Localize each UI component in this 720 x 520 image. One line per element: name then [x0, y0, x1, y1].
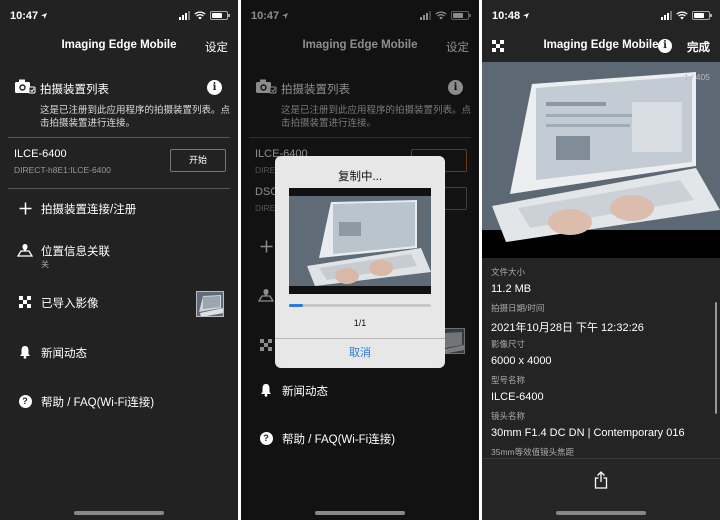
imported-images-icon — [16, 293, 34, 311]
nav-bar: Imaging Edge Mobile i 完成 — [482, 30, 720, 62]
device-list-screen: 10:47 Imaging Edge Mobile 设定 拍摄装置列表 i 这是… — [0, 0, 238, 520]
menu-label: 位置信息关联 — [41, 246, 110, 258]
location-arrow-icon — [523, 13, 529, 19]
metadata-lens-name: 镜头名称 30mm F1.4 DC DN | Contemporary 016 — [491, 410, 706, 439]
info-icon[interactable]: i — [207, 80, 222, 95]
location-info-icon — [16, 241, 34, 259]
menu-label: 拍摄装置连接/注册 — [41, 204, 137, 216]
section-description: 这是已注册到此应用程序的拍摄装置列表。点击拍摄装置进行连接。 — [40, 105, 231, 129]
menu-label: 已导入影像 — [41, 298, 99, 310]
divider — [8, 188, 230, 189]
image-detail-screen: 10:48 Imaging Edge Mobile i 完成 1 / 405 文… — [482, 0, 720, 520]
status-icons — [661, 11, 712, 20]
metadata-value: 30mm F1.4 DC DN | Contemporary 016 — [491, 427, 685, 439]
copy-count: 1/1 — [353, 318, 367, 328]
menu-sublabel: 关 — [41, 260, 49, 269]
start-button[interactable]: 开始 — [170, 149, 226, 172]
share-icon[interactable] — [594, 471, 608, 489]
dialog-title: 复制中... — [337, 171, 383, 183]
latest-image-thumbnail[interactable] — [196, 291, 224, 317]
menu-item-connect-register[interactable]: 拍摄装置连接/注册 — [14, 196, 226, 226]
device-row[interactable]: ILCE-6400 DIRECT-h8E1:ILCE-6400 开始 — [14, 144, 226, 184]
menu-label: 新闻动态 — [282, 386, 328, 398]
device-list-header: 拍摄装置列表 i 这是已注册到此应用程序的拍摄装置列表。点击拍摄装置进行连接。 — [14, 78, 231, 136]
section-title: 拍摄装置列表 — [40, 84, 109, 96]
location-arrow-icon — [41, 13, 47, 19]
menu-item-location-info[interactable]: 位置信息关联 关 — [14, 238, 226, 270]
info-icon[interactable]: i — [658, 39, 672, 53]
metadata-label: 型号名称 — [491, 375, 526, 385]
image-counter: 1 / 405 — [684, 72, 710, 82]
signal-icon — [661, 11, 672, 20]
status-bar: 10:47 — [0, 0, 238, 30]
status-icons — [179, 11, 230, 20]
camera-icon — [15, 79, 36, 94]
done-button[interactable]: 完成 — [687, 39, 710, 55]
status-bar: 10:48 — [482, 0, 720, 30]
wifi-icon — [194, 11, 206, 20]
nav-bar: Imaging Edge Mobile 设定 — [0, 30, 238, 62]
divider — [8, 137, 230, 138]
copy-progress-bar — [289, 304, 431, 307]
metadata-value: 11.2 MB — [491, 283, 532, 295]
help-icon: ? — [257, 429, 275, 447]
bottom-toolbar — [482, 458, 720, 520]
menu-item-news[interactable]: 新闻动态 — [14, 340, 226, 370]
menu-item-news[interactable]: 新闻动态 — [255, 378, 467, 408]
home-indicator[interactable] — [315, 511, 405, 515]
bell-icon — [16, 343, 34, 361]
metadata-label: 35mm等效值镜头焦距 — [491, 447, 575, 457]
metadata-image-size: 影像尺寸 6000 x 4000 — [491, 338, 706, 367]
metadata-value: 2021年10月28日 下午 12:32:26 — [491, 322, 644, 334]
metadata-label: 文件大小 — [491, 267, 526, 277]
metadata-model-name: 型号名称 ILCE-6400 — [491, 374, 706, 403]
settings-button[interactable]: 设定 — [205, 39, 228, 55]
device-name: ILCE-6400 — [14, 148, 67, 160]
battery-icon — [692, 11, 712, 20]
plus-icon — [16, 199, 34, 217]
menu-label: 新闻动态 — [41, 348, 87, 360]
menu-item-help-faq[interactable]: ? 帮助 / FAQ(Wi-Fi连接) — [14, 389, 226, 419]
metadata-file-size: 文件大小 11.2 MB — [491, 266, 706, 295]
home-indicator[interactable] — [74, 511, 164, 515]
home-indicator[interactable] — [556, 511, 646, 515]
menu-item-imported-images[interactable]: 已导入影像 — [14, 290, 226, 320]
cancel-button[interactable]: 取消 — [275, 340, 445, 366]
screenshot-collage: 10:47 Imaging Edge Mobile 设定 拍摄装置列表 i 这是… — [0, 0, 720, 520]
nav-title: Imaging Edge Mobile — [543, 39, 659, 51]
battery-icon — [210, 11, 230, 20]
help-icon: ? — [16, 392, 34, 410]
copy-preview-image — [289, 188, 431, 294]
metadata-label: 镜头名称 — [491, 411, 526, 421]
copying-dialog: 复制中... 1/1 取消 — [275, 156, 445, 368]
bell-icon — [257, 381, 275, 399]
wifi-icon — [676, 11, 688, 20]
metadata-label: 拍摄日期/时间 — [491, 303, 545, 313]
menu-item-help-faq[interactable]: ? 帮助 / FAQ(Wi-Fi连接) — [255, 426, 467, 456]
signal-icon — [179, 11, 190, 20]
scrollbar[interactable] — [715, 302, 717, 414]
device-ssid: DIRECT-h8E1:ILCE-6400 — [14, 165, 111, 175]
status-time: 10:47 — [10, 10, 39, 22]
nav-title: Imaging Edge Mobile — [61, 39, 177, 51]
menu-label: 帮助 / FAQ(Wi-Fi连接) — [282, 434, 396, 446]
dialog-separator — [275, 338, 445, 339]
metadata-capture-datetime: 拍摄日期/时间 2021年10月28日 下午 12:32:26 — [491, 302, 706, 335]
metadata-label: 影像尺寸 — [491, 339, 526, 349]
photo-preview[interactable] — [482, 62, 720, 258]
copying-screen: 10:47 Imaging Edge Mobile 设定 拍摄装置列表 i 这是… — [241, 0, 479, 520]
status-time: 10:48 — [492, 10, 521, 22]
metadata-value: ILCE-6400 — [491, 391, 544, 403]
metadata-value: 6000 x 4000 — [491, 355, 552, 367]
menu-label: 帮助 / FAQ(Wi-Fi连接) — [41, 397, 155, 409]
